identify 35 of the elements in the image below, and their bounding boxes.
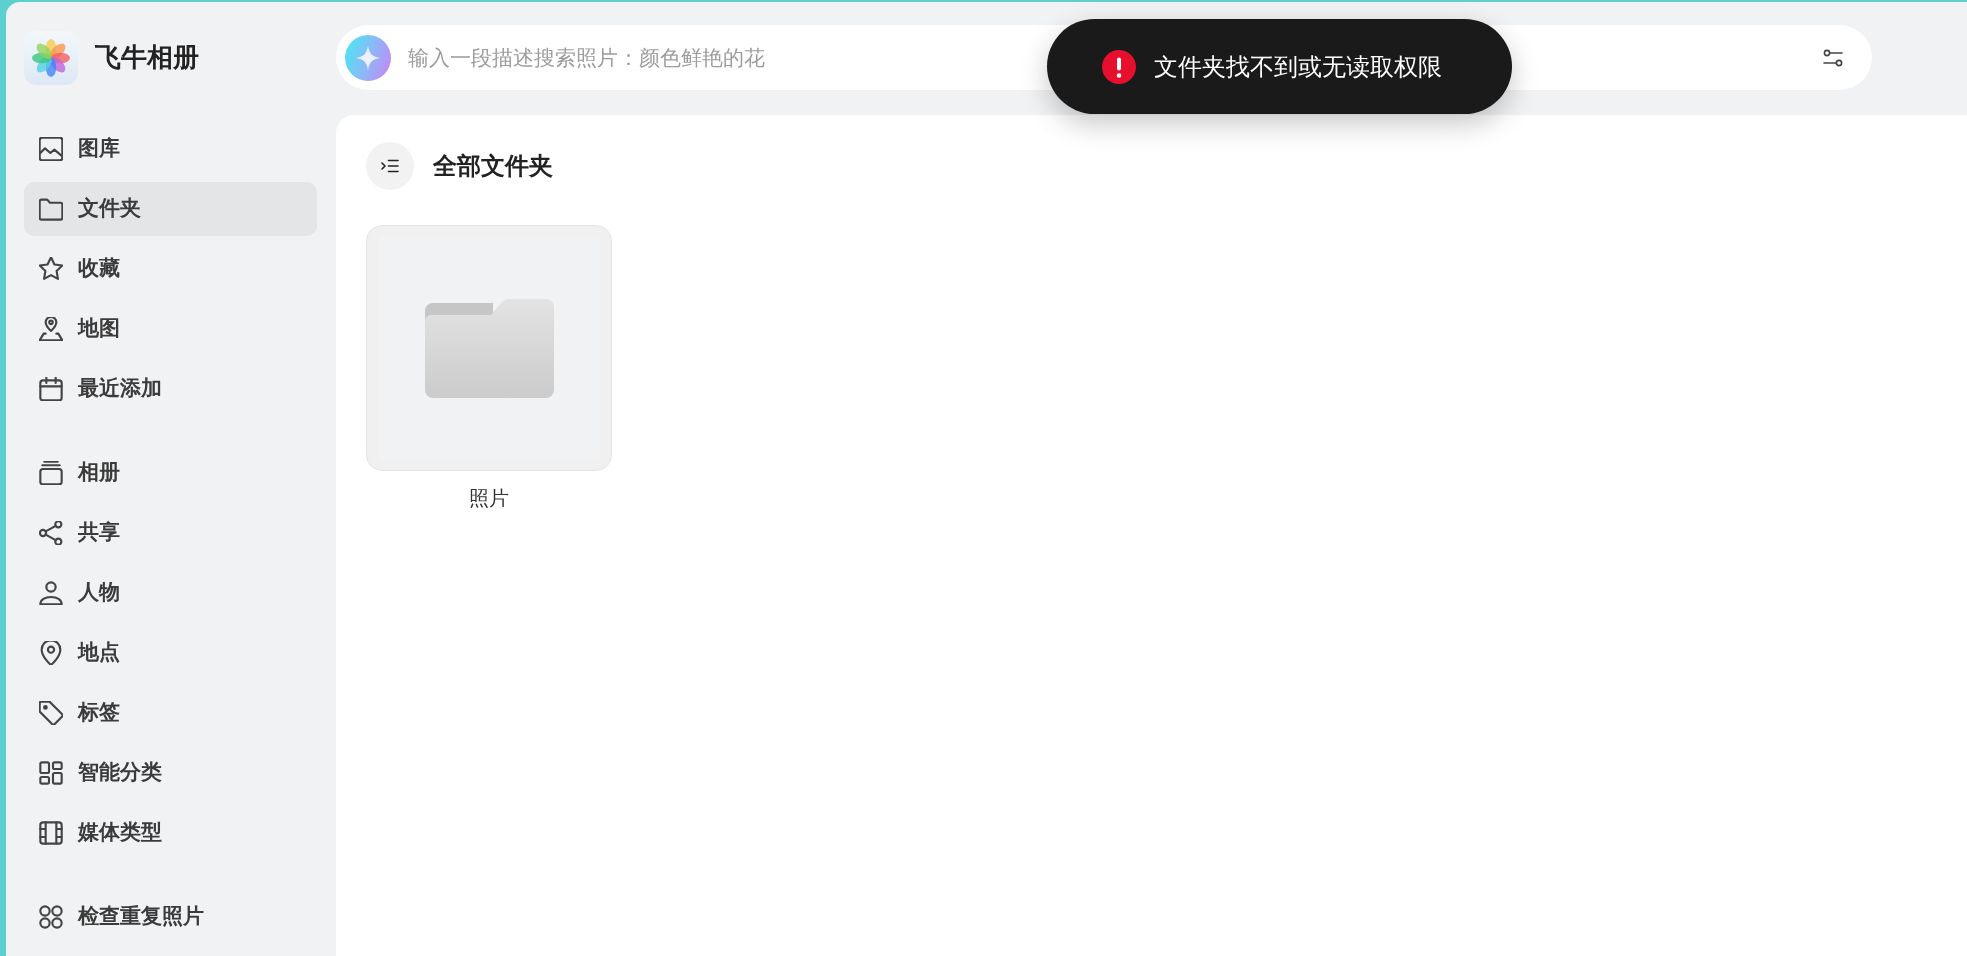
grid-icon [39,761,63,785]
app-title: 飞牛相册 [95,42,199,74]
share-icon [39,521,63,545]
tag-icon [39,701,63,725]
album-stack-icon [39,461,63,485]
nav-item[interactable]: 媒体类型 [24,806,317,860]
location-pin-icon [39,641,63,665]
person-icon [39,581,63,605]
film-icon [39,821,63,845]
nav-item[interactable]: 相册 [24,446,317,500]
nav-item[interactable]: 最近添加 [24,362,317,416]
nav-item[interactable]: 人物 [24,566,317,620]
calendar-icon [39,377,63,401]
flower-logo-icon [24,31,78,85]
sparkle-icon [345,34,391,81]
nav-item[interactable]: 收藏 [24,242,317,296]
star-icon [39,257,63,281]
nav-item[interactable]: 检查重复照片 [24,890,317,944]
nav-item[interactable]: 地点 [24,626,317,680]
toast-message: 文件夹找不到或无读取权限 [1154,51,1442,83]
sidebar-toggle-button[interactable] [366,142,414,190]
nav-item[interactable]: 智能分类 [24,746,317,800]
folder-icon [424,298,554,398]
map-pin-icon [39,317,63,341]
four-circles-icon [39,905,63,929]
image-icon [39,137,63,161]
nav-item[interactable]: 地图 [24,302,317,356]
nav-item[interactable]: 标签 [24,686,317,740]
exclamation-icon [1102,49,1136,84]
nav-item[interactable]: 文件夹 [24,182,317,236]
page-title: 全部文件夹 [433,151,553,182]
nav-item[interactable]: 共享 [24,506,317,560]
nav-item[interactable]: 图库 [24,122,317,176]
folder-icon [39,197,63,221]
folder-name: 照片 [468,485,510,512]
